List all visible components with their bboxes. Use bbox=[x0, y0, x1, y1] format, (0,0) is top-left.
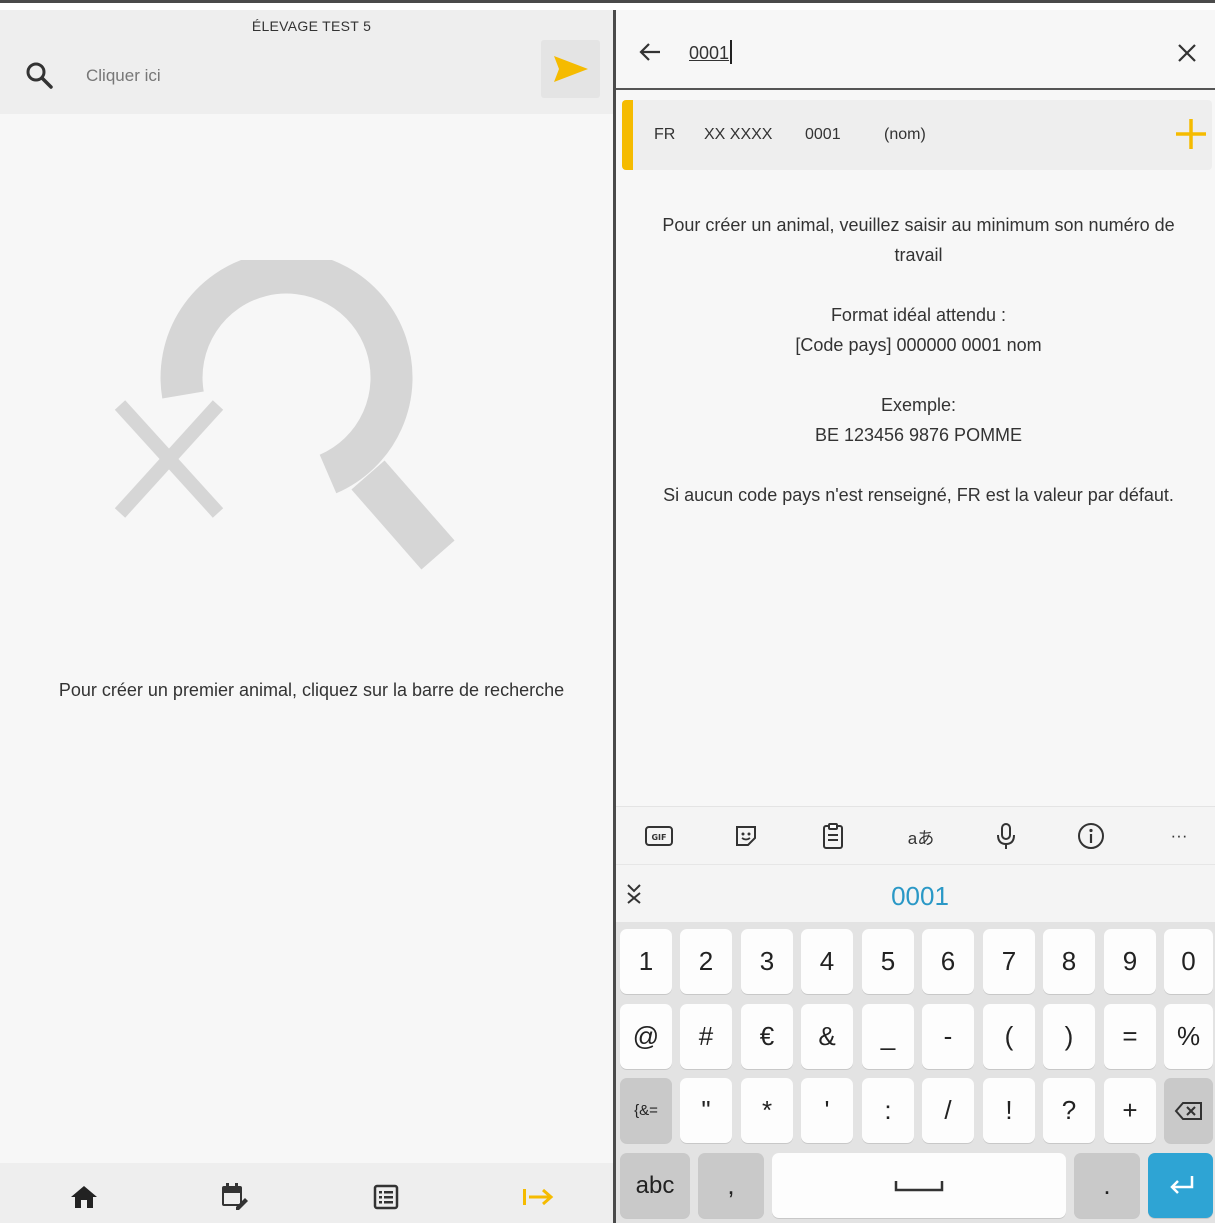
key-7[interactable]: 7 bbox=[983, 929, 1035, 994]
key-open-paren[interactable]: ( bbox=[983, 1004, 1035, 1069]
key-6[interactable]: 6 bbox=[922, 929, 974, 994]
close-icon[interactable] bbox=[1174, 40, 1200, 66]
no-results-icon bbox=[114, 260, 455, 570]
key-comma[interactable]: , bbox=[698, 1153, 764, 1218]
top-border bbox=[0, 0, 1215, 10]
list-icon bbox=[373, 1184, 399, 1210]
enter-icon bbox=[1169, 1175, 1193, 1194]
home-icon bbox=[71, 1186, 97, 1208]
add-animal-icon[interactable] bbox=[1173, 116, 1209, 152]
key-more-symbols[interactable]: {&= bbox=[620, 1078, 672, 1143]
voice-button[interactable] bbox=[991, 821, 1021, 851]
key-backspace[interactable] bbox=[1164, 1078, 1213, 1143]
search-icon[interactable] bbox=[24, 60, 54, 90]
help-example-value: BE 123456 9876 POMME bbox=[814, 425, 1023, 445]
key-4[interactable]: 4 bbox=[801, 929, 853, 994]
nav-list[interactable] bbox=[368, 1179, 404, 1215]
key-apostrophe[interactable]: ' bbox=[801, 1078, 853, 1143]
space-icon bbox=[894, 1180, 944, 1191]
key-asterisk[interactable]: * bbox=[741, 1078, 793, 1143]
key-hash[interactable]: # bbox=[680, 1004, 732, 1069]
search-input[interactable]: Cliquer ici bbox=[86, 66, 161, 86]
help-text: Pour créer un animal, veuillez saisir au… bbox=[646, 210, 1191, 540]
help-example-label: Exemple: bbox=[880, 395, 957, 415]
key-equals[interactable]: = bbox=[1104, 1004, 1156, 1069]
help-format-label: Format idéal attendu : bbox=[830, 305, 1007, 325]
search-header: 0001 bbox=[616, 10, 1215, 90]
info-button[interactable] bbox=[1076, 821, 1106, 851]
gif-icon: GIF bbox=[645, 826, 673, 846]
suggested-word[interactable]: 0001 bbox=[616, 881, 1215, 912]
left-pane: ÉLEVAGE TEST 5 Cliquer ici Pour créer un… bbox=[0, 10, 613, 1223]
help-default: Si aucun code pays n'est renseigné, FR e… bbox=[663, 485, 1174, 505]
clipboard-icon bbox=[823, 823, 843, 849]
key-question[interactable]: ? bbox=[1043, 1078, 1095, 1143]
key-3[interactable]: 3 bbox=[741, 929, 793, 994]
backspace-icon bbox=[1174, 1101, 1202, 1120]
back-arrow-icon[interactable] bbox=[636, 38, 664, 66]
nav-calendar[interactable] bbox=[216, 1179, 252, 1215]
suggestion-country: FR bbox=[654, 126, 676, 143]
key-percent[interactable]: % bbox=[1164, 1004, 1213, 1069]
key-period[interactable]: . bbox=[1074, 1153, 1140, 1218]
suggestion-number: 0001 bbox=[805, 126, 841, 143]
key-9[interactable]: 9 bbox=[1104, 929, 1156, 994]
svg-text:GIF: GIF bbox=[651, 833, 666, 842]
text-cursor bbox=[730, 40, 733, 64]
farm-name: ÉLEVAGE TEST 5 bbox=[251, 18, 372, 34]
send-button[interactable] bbox=[541, 40, 600, 98]
send-icon bbox=[553, 56, 588, 82]
microphone-icon bbox=[997, 823, 1015, 849]
suggestion-name: (nom) bbox=[884, 126, 926, 143]
suggestion-code: XX XXXX bbox=[704, 126, 773, 143]
key-2[interactable]: 2 bbox=[680, 929, 732, 994]
key-colon[interactable]: : bbox=[862, 1078, 914, 1143]
clipboard-button[interactable] bbox=[818, 821, 848, 851]
key-5[interactable]: 5 bbox=[862, 929, 914, 994]
keyboard: 1 2 3 4 5 6 7 8 9 0 @ # € & _ - ( ) = % … bbox=[616, 922, 1215, 1223]
key-minus[interactable]: - bbox=[922, 1004, 974, 1069]
more-button[interactable]: ··· bbox=[1164, 821, 1194, 851]
gif-button[interactable]: GIF bbox=[644, 821, 674, 851]
key-0[interactable]: 0 bbox=[1164, 929, 1213, 994]
search-text: 0001 bbox=[689, 43, 730, 63]
calendar-edit-icon bbox=[222, 1183, 248, 1210]
help-example: Exemple: BE 123456 9876 POMME bbox=[646, 390, 1191, 450]
key-underscore[interactable]: _ bbox=[862, 1004, 914, 1069]
sticker-button[interactable] bbox=[731, 821, 761, 851]
sticker-icon bbox=[736, 826, 756, 846]
key-close-paren[interactable]: ) bbox=[1043, 1004, 1095, 1069]
keyboard-toolbar: GIF aあ ··· bbox=[616, 806, 1215, 864]
key-abc[interactable]: abc bbox=[620, 1153, 690, 1218]
key-8[interactable]: 8 bbox=[1043, 929, 1095, 994]
nav-home[interactable] bbox=[66, 1179, 102, 1215]
logout-icon bbox=[523, 1188, 554, 1206]
key-exclamation[interactable]: ! bbox=[983, 1078, 1035, 1143]
key-slash[interactable]: / bbox=[922, 1078, 974, 1143]
empty-state-message: Pour créer un premier animal, cliquez su… bbox=[58, 680, 565, 700]
bottom-navigation bbox=[0, 1163, 613, 1223]
key-1[interactable]: 1 bbox=[620, 929, 672, 994]
left-header: ÉLEVAGE TEST 5 Cliquer ici bbox=[0, 10, 613, 114]
help-line-1: Pour créer un animal, veuillez saisir au… bbox=[662, 215, 1175, 265]
keyboard-suggestion-bar: 0001 bbox=[616, 864, 1215, 922]
translate-button[interactable]: aあ bbox=[904, 821, 938, 851]
key-double-quote[interactable]: " bbox=[680, 1078, 732, 1143]
key-ampersand[interactable]: & bbox=[801, 1004, 853, 1069]
key-euro[interactable]: € bbox=[741, 1004, 793, 1069]
help-format: Format idéal attendu : [Code pays] 000000… bbox=[646, 300, 1191, 360]
right-pane: 0001 FR XX XXXX 0001 (nom) Pour créer un… bbox=[616, 10, 1215, 1223]
nav-logout[interactable] bbox=[520, 1179, 556, 1215]
search-input-active[interactable]: 0001 bbox=[689, 40, 733, 64]
key-space[interactable] bbox=[772, 1153, 1066, 1218]
key-enter[interactable] bbox=[1148, 1153, 1213, 1218]
key-at[interactable]: @ bbox=[620, 1004, 672, 1069]
info-icon bbox=[1078, 823, 1104, 849]
key-plus[interactable]: + bbox=[1104, 1078, 1156, 1143]
help-format-value: [Code pays] 000000 0001 nom bbox=[795, 335, 1042, 355]
animal-suggestion-row[interactable]: FR XX XXXX 0001 (nom) bbox=[622, 100, 1212, 170]
